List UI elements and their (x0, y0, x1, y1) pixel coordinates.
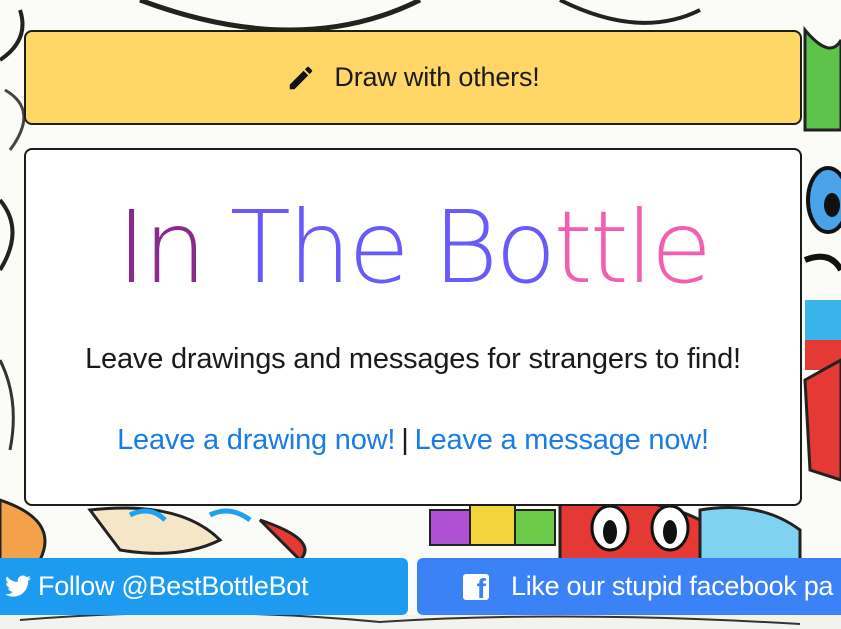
leave-drawing-link[interactable]: Leave a drawing now! (117, 424, 395, 456)
logo-word-bottle-end: ttle (553, 189, 712, 306)
follow-twitter-label: Follow @BestBottleBot (38, 571, 309, 601)
logo-word-the: The (229, 189, 410, 306)
draw-with-others-label: Draw with others! (334, 62, 540, 92)
logo-word-bottle-start: Bo (432, 189, 557, 306)
logo-word-in: In (116, 189, 207, 306)
like-facebook-label: Like our stupid facebook pa (511, 571, 834, 601)
facebook-icon: f (463, 573, 489, 600)
like-facebook-button[interactable]: f Like our stupid facebook pa (417, 558, 841, 615)
twitter-bird-icon (4, 574, 32, 599)
link-separator: | (401, 424, 409, 456)
pencil-icon (286, 63, 316, 93)
tagline: Leave drawings and messages for stranger… (85, 343, 741, 375)
cta-links: Leave a drawing now! | Leave a message now… (26, 424, 800, 457)
in-the-bottle-logo: In The Bo ttle (26, 188, 800, 308)
leave-message-link[interactable]: Leave a message now! (415, 424, 709, 456)
draw-with-others-button[interactable]: Draw with others! (24, 30, 802, 125)
hero-card: In The Bo ttle Leave drawings and message… (24, 148, 802, 506)
follow-twitter-button[interactable]: Follow @BestBottleBot (0, 558, 408, 615)
